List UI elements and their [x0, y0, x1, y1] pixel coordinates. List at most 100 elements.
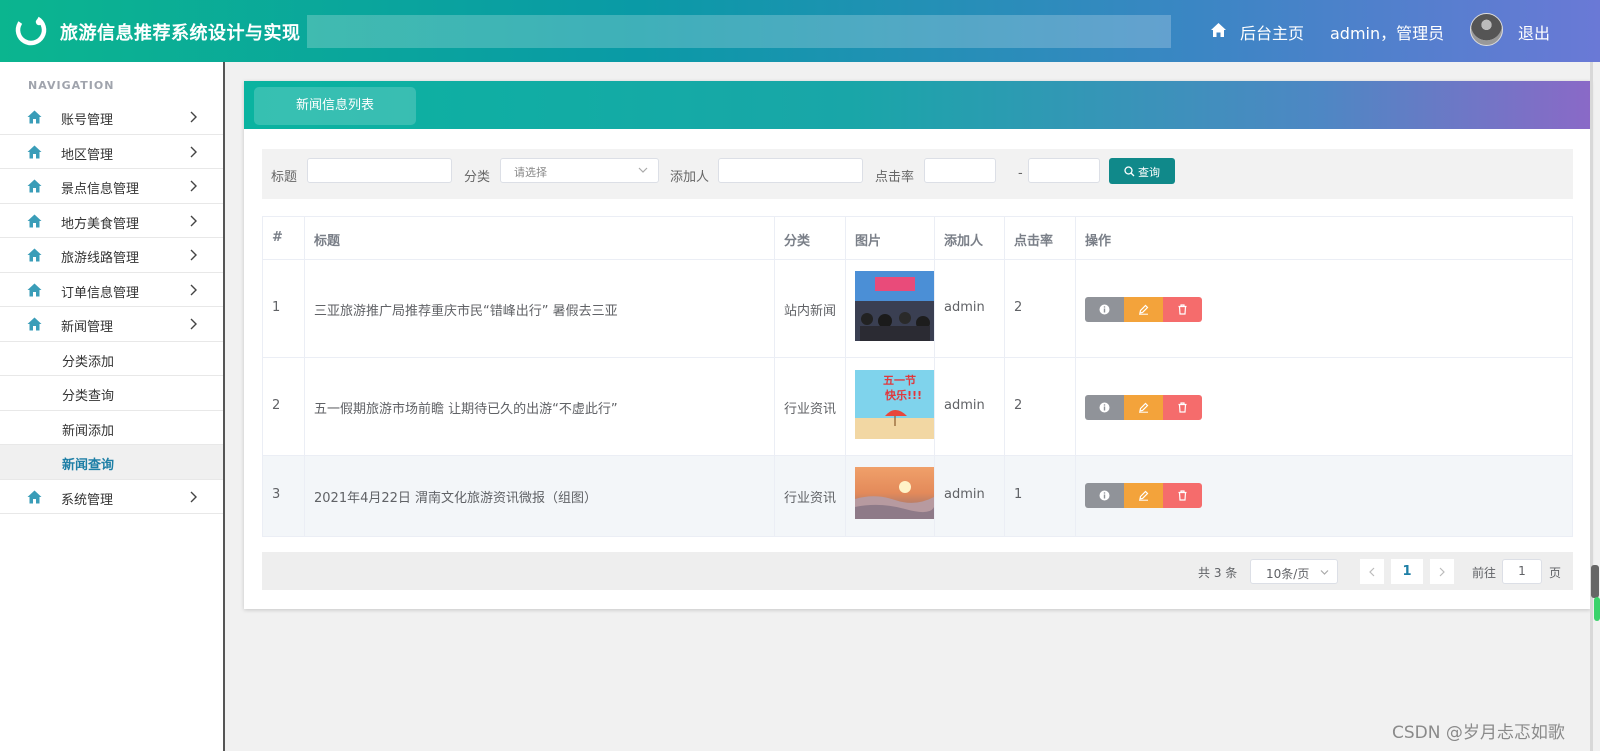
sidebar-item-label: 新闻管理: [61, 320, 114, 335]
sidebar-subitem-news-query[interactable]: 新闻查询: [0, 445, 223, 480]
row-actions: [1085, 483, 1202, 508]
header-cell: 添加人: [935, 217, 1005, 259]
next-page-button[interactable]: [1430, 559, 1454, 584]
news-thumbnail: 五一节 快乐!!!: [855, 370, 934, 439]
news-thumbnail: [855, 271, 934, 341]
sidebar-subitem-category-query[interactable]: 分类查询: [0, 376, 223, 411]
table-cell: 3: [263, 456, 305, 536]
view-button[interactable]: [1085, 483, 1124, 508]
chevron-right-icon: [190, 146, 197, 157]
avatar[interactable]: [1470, 13, 1503, 46]
prev-page-button[interactable]: [1360, 559, 1384, 584]
scrollbar-thumb[interactable]: [1591, 565, 1599, 598]
row-no: 3: [272, 487, 281, 502]
goto-page-input[interactable]: 1: [1502, 559, 1542, 584]
sidebar-subitem-label: 分类添加: [62, 354, 115, 370]
logout-link[interactable]: 退出: [1518, 20, 1550, 44]
title-label: 标题: [271, 170, 298, 185]
sidebar-item-account[interactable]: 账号管理: [0, 100, 223, 135]
row-clicks: 1: [1014, 487, 1023, 502]
adder-input[interactable]: [718, 158, 863, 183]
sidebar-item-order[interactable]: 订单信息管理: [0, 273, 223, 307]
header-category: 分类: [784, 234, 811, 249]
category-label: 分类: [464, 170, 491, 185]
view-button[interactable]: [1085, 297, 1124, 322]
sidebar-subitem-label: 分类查询: [62, 389, 115, 404]
row-no: 2: [272, 398, 281, 413]
sidebar-item-label: 景点信息管理: [61, 182, 140, 197]
header-cell: #: [263, 217, 305, 259]
news-thumbnail: [855, 467, 934, 519]
filter-bar: 标题 分类 请选择 添加人 点击率 - 查询: [262, 149, 1573, 199]
adder-label: 添加人: [670, 170, 710, 185]
sidebar-item-region[interactable]: 地区管理: [0, 135, 223, 169]
edit-button[interactable]: [1124, 395, 1163, 420]
sidebar-item-food[interactable]: 地方美食管理: [0, 204, 223, 238]
logo-icon: [15, 14, 47, 46]
category-select[interactable]: 请选择: [500, 158, 659, 183]
row-adder: admin: [944, 300, 985, 315]
home-icon: [27, 145, 42, 158]
search-button-label: 查询: [1138, 166, 1160, 179]
delete-button[interactable]: [1163, 483, 1202, 508]
home-icon: [27, 110, 42, 124]
home-icon: [27, 317, 42, 331]
chevron-right-icon: [190, 491, 197, 502]
sidebar-item-route[interactable]: 旅游线路管理: [0, 238, 223, 273]
chevron-right-icon: [190, 284, 197, 295]
title-input[interactable]: [307, 158, 452, 183]
sidebar-item-system[interactable]: 系统管理: [0, 480, 223, 514]
search-button[interactable]: 查询: [1109, 158, 1175, 184]
header-cell: 操作: [1076, 217, 1572, 259]
chevron-right-icon: [190, 180, 197, 192]
sidebar-item-label: 地方美食管理: [61, 216, 140, 232]
delete-button[interactable]: [1163, 297, 1202, 322]
table-cell: [1076, 358, 1572, 455]
trash-icon: [1178, 304, 1187, 315]
clicks-max-input[interactable]: [1028, 158, 1100, 183]
view-button[interactable]: [1085, 395, 1124, 420]
edit-button[interactable]: [1124, 483, 1163, 508]
chevron-left-icon: [1369, 567, 1375, 577]
tab-news-list[interactable]: 新闻信息列表: [254, 87, 416, 125]
table-row: 2 五一假期旅游市场前瞻 让期待已久的出游“不虚此行” 行业资讯 五一节 快乐!…: [263, 358, 1572, 456]
backend-home-link[interactable]: 后台主页: [1240, 20, 1304, 44]
row-adder: admin: [944, 487, 985, 502]
header-title: 标题: [314, 234, 341, 249]
sidebar-subitem-label: 新闻添加: [62, 423, 115, 439]
delete-button[interactable]: [1163, 395, 1202, 420]
table-cell: 五一假期旅游市场前瞻 让期待已久的出游“不虚此行”: [305, 358, 775, 455]
page-suffix: 页: [1549, 566, 1562, 580]
row-actions: [1085, 297, 1202, 322]
table-header-row: # 标题 分类 图片 添加人 点击率 操作: [263, 217, 1572, 260]
clicks-min-input[interactable]: [924, 158, 996, 183]
page-number[interactable]: 1: [1391, 559, 1423, 584]
trash-icon: [1178, 490, 1187, 501]
total-count: 共 3 条: [1198, 566, 1238, 580]
chevron-right-icon: [1439, 567, 1445, 577]
row-title: 三亚旅游推广局推荐重庆市民“错峰出行” 暑假去三亚: [314, 304, 618, 319]
page-size-select[interactable]: 10条/页: [1250, 559, 1338, 584]
goto-label: 前往: [1472, 566, 1497, 580]
home-icon[interactable]: [1210, 22, 1227, 38]
table-cell: 2021年4月22日 渭南文化旅游资讯微报（组图）: [305, 456, 775, 536]
home-icon: [27, 283, 42, 296]
trash-icon: [1178, 402, 1187, 413]
header-no: #: [272, 230, 283, 245]
row-title: 2021年4月22日 渭南文化旅游资讯微报（组图）: [314, 491, 598, 506]
sidebar-item-scenic[interactable]: 景点信息管理: [0, 169, 223, 204]
sidebar-subitem-news-add[interactable]: 新闻添加: [0, 411, 223, 445]
top-bar: 旅游信息推荐系统设计与实现 后台主页 admin，管理员 退出: [0, 0, 1600, 62]
edit-icon: [1139, 304, 1149, 315]
row-adder: admin: [944, 398, 985, 413]
clicks-label: 点击率: [875, 170, 915, 185]
sidebar-item-news[interactable]: 新闻管理: [0, 307, 223, 342]
info-icon: [1099, 490, 1110, 501]
scrollbar-track[interactable]: [1590, 62, 1593, 751]
sidebar-subitem-category-add[interactable]: 分类添加: [0, 342, 223, 376]
edit-button[interactable]: [1124, 297, 1163, 322]
table-cell: 五一节 快乐!!!: [846, 358, 935, 455]
row-actions: [1085, 395, 1202, 420]
chevron-down-icon: [1320, 570, 1329, 575]
edit-icon: [1139, 402, 1149, 413]
